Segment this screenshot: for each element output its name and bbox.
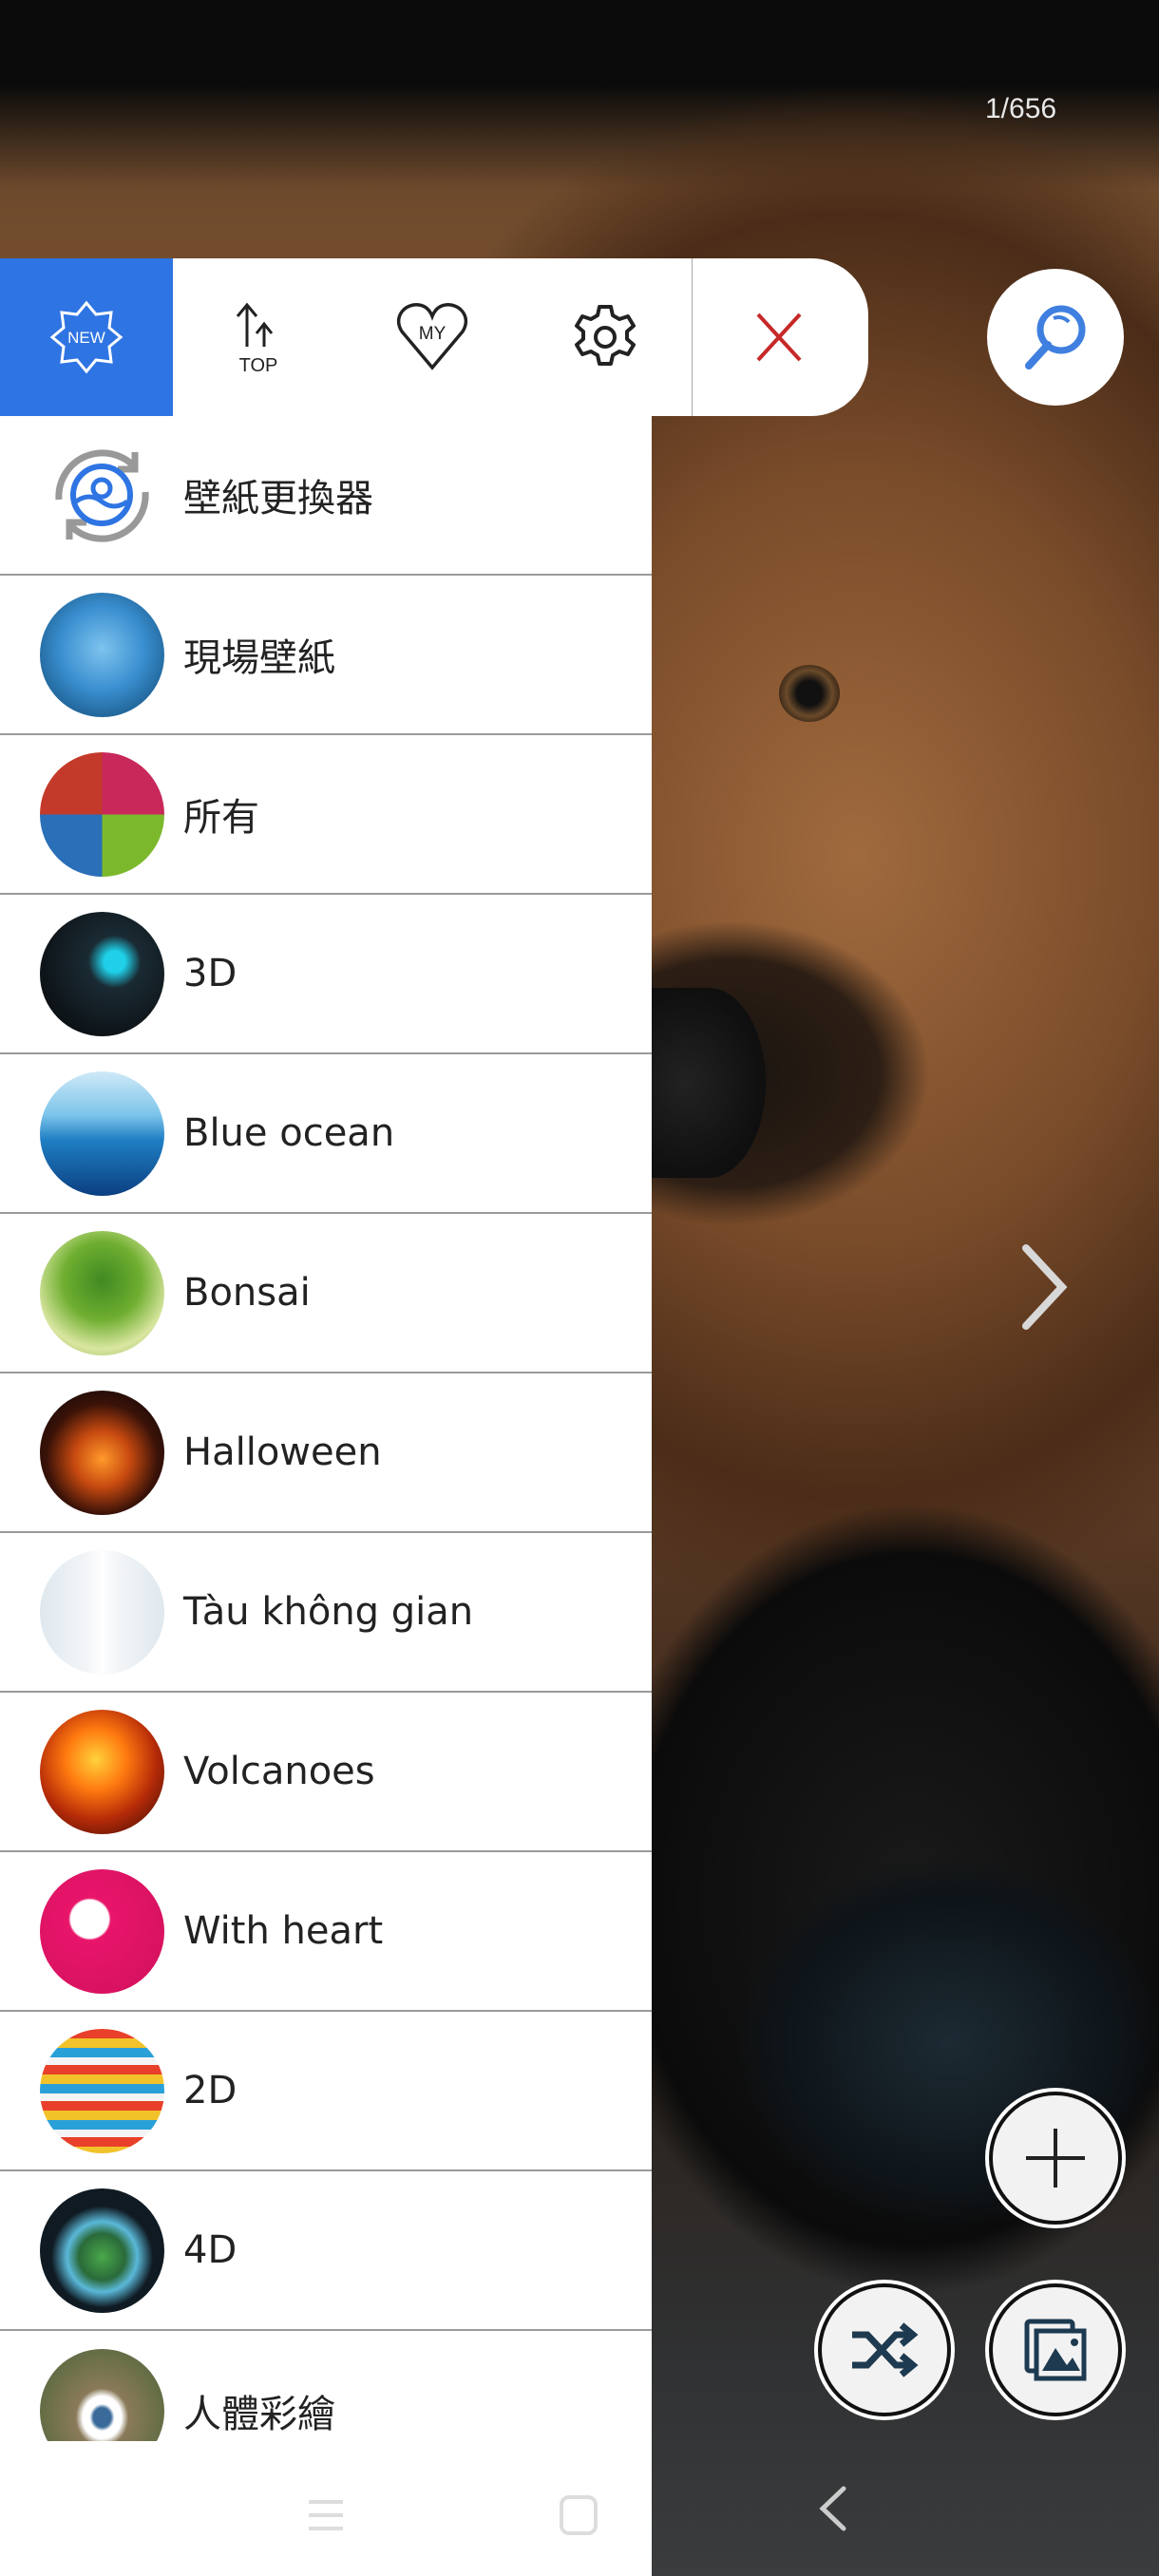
top-arrows-icon: TOP [236, 302, 278, 375]
category-label: With heart [183, 1909, 384, 1953]
svg-text:NEW: NEW [67, 329, 105, 347]
category-label: 4D [183, 2228, 238, 2272]
category-label: Halloween [183, 1430, 382, 1474]
category-label: 壁紙更換器 [183, 477, 373, 521]
new-badge-icon: NEW [49, 300, 124, 374]
category-item[interactable]: Halloween [0, 1373, 652, 1533]
category-item[interactable]: 人體彩繪 [0, 2331, 652, 2441]
search-button[interactable] [987, 269, 1124, 406]
system-nav-bar [0, 2441, 652, 2576]
category-label: 2D [183, 2069, 238, 2112]
category-item[interactable]: Volcanoes [0, 1693, 652, 1852]
home-icon[interactable] [559, 2494, 598, 2536]
ocean-thumbnail [40, 1070, 164, 1196]
close-button[interactable] [693, 258, 865, 416]
recent-apps-icon[interactable] [307, 2496, 345, 2534]
add-button[interactable] [989, 2092, 1122, 2225]
3d-thumbnail [40, 911, 164, 1036]
category-item[interactable]: 3D [0, 895, 652, 1054]
category-item-wallpaper-changer[interactable]: 壁紙更換器 [0, 416, 652, 576]
top-button[interactable]: TOP [173, 258, 346, 416]
bear-nose [652, 988, 766, 1178]
island-hand-thumbnail [40, 2188, 164, 2313]
category-item[interactable]: Bonsai [0, 1214, 652, 1373]
category-item[interactable]: Tàu không gian [0, 1533, 652, 1693]
plus-icon [1026, 2129, 1085, 2188]
bonsai-thumbnail [40, 1230, 164, 1355]
category-label: 所有 [183, 796, 259, 840]
close-icon [756, 313, 802, 362]
shuffle-icon [852, 2322, 919, 2377]
category-label: Tàu không gian [183, 1590, 474, 1634]
back-nav-icon[interactable] [817, 2485, 849, 2532]
top-toolbar: NEW TOP MY [0, 258, 868, 416]
heart-my-icon: MY [396, 303, 468, 370]
category-item[interactable]: 現場壁紙 [0, 576, 652, 735]
my-favorites-button[interactable]: MY [346, 258, 519, 416]
gallery-button[interactable] [989, 2283, 1122, 2416]
category-item[interactable]: 2D [0, 2012, 652, 2171]
gear-icon [575, 305, 636, 366]
category-item[interactable]: Blue ocean [0, 1054, 652, 1214]
shuffle-button[interactable] [818, 2283, 951, 2416]
category-list[interactable]: 壁紙更換器 現場壁紙 所有 3D Blue ocean Bonsai Hallo… [0, 416, 652, 2441]
settings-button[interactable] [519, 258, 692, 416]
category-item[interactable]: 所有 [0, 735, 652, 895]
striped-apple-thumbnail [40, 2028, 164, 2153]
category-label: 3D [183, 952, 238, 995]
search-icon [1025, 305, 1086, 369]
category-item[interactable]: With heart [0, 1852, 652, 2012]
pumpkin-thumbnail [40, 1390, 164, 1515]
wallpaper-changer-icon [55, 448, 149, 542]
space-shuttle-thumbnail [40, 1549, 164, 1675]
category-label: Volcanoes [183, 1750, 375, 1793]
all-collage-thumbnail [40, 751, 164, 877]
volcano-thumbnail [40, 1709, 164, 1834]
next-wallpaper-chevron-icon[interactable] [1018, 1242, 1070, 1332]
category-label: Bonsai [183, 1271, 311, 1315]
svg-text:TOP: TOP [239, 355, 278, 375]
wallpaper-counter: 1/656 [985, 93, 1057, 124]
category-drawer: 壁紙更換器 現場壁紙 所有 3D Blue ocean Bonsai Hallo… [0, 416, 652, 2576]
new-button[interactable]: NEW [0, 258, 173, 416]
category-label: 現場壁紙 [183, 636, 335, 680]
gallery-icon [1024, 2319, 1087, 2381]
category-item[interactable]: 4D [0, 2171, 652, 2331]
category-label: Blue ocean [183, 1111, 395, 1155]
painted-eye-thumbnail [40, 2348, 164, 2441]
love-heart-thumbnail [40, 1868, 164, 1994]
category-label: 人體彩繪 [183, 2393, 335, 2436]
bear-eye [779, 665, 840, 722]
blue-bird-thumbnail [40, 592, 164, 717]
svg-text:MY: MY [419, 324, 446, 344]
